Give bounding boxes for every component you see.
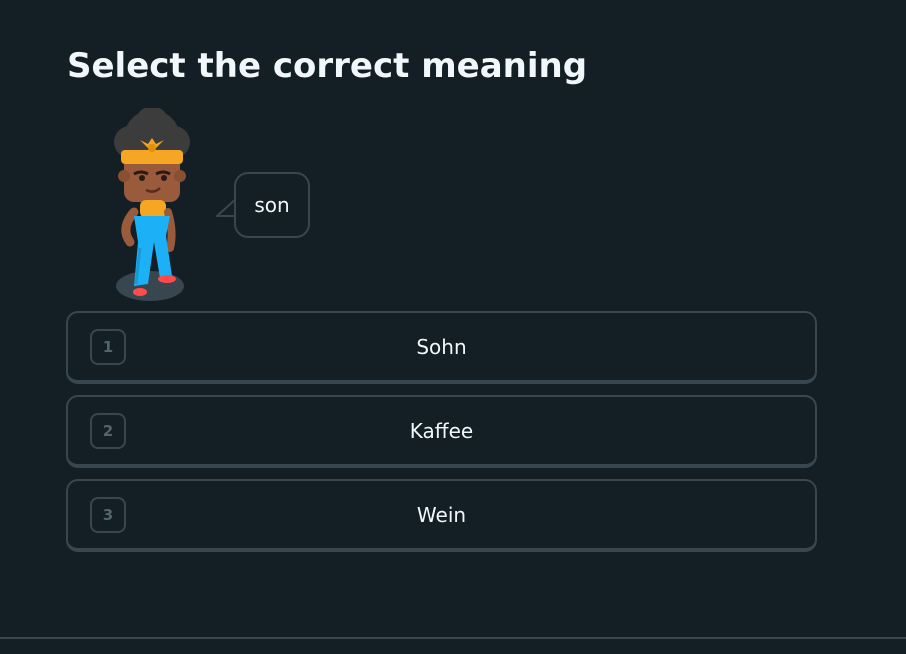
answer-option-3[interactable]: 3 Wein bbox=[66, 479, 817, 552]
answer-options: 1 Sohn 2 Kaffee 3 Wein bbox=[66, 311, 817, 563]
speech-bubble[interactable]: son bbox=[234, 172, 310, 238]
option-key-badge: 1 bbox=[90, 329, 126, 365]
lesson-page: Select the correct meaning son 1 Sohn 2 … bbox=[0, 0, 906, 654]
answer-option-2[interactable]: 2 Kaffee bbox=[66, 395, 817, 468]
option-key-badge: 3 bbox=[90, 497, 126, 533]
footer-divider bbox=[0, 637, 906, 639]
speech-bubble-text: son bbox=[254, 193, 290, 217]
answer-option-1[interactable]: 1 Sohn bbox=[66, 311, 817, 384]
option-key-badge: 2 bbox=[90, 413, 126, 449]
option-label: Kaffee bbox=[409, 418, 474, 443]
option-label: Wein bbox=[416, 502, 467, 527]
page-title: Select the correct meaning bbox=[67, 46, 588, 86]
character-illustration bbox=[114, 108, 190, 301]
option-label: Sohn bbox=[416, 334, 467, 359]
